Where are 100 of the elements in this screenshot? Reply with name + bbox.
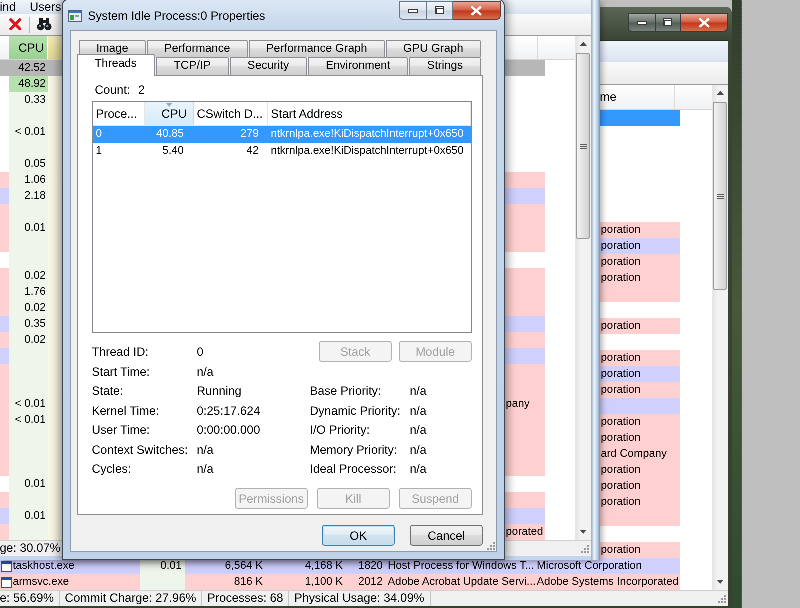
cross-icon[interactable] — [9, 18, 22, 31]
minimize-button[interactable] — [399, 1, 426, 20]
resize-grip-icon[interactable] — [581, 544, 589, 552]
column-header[interactable]: CPU — [9, 36, 48, 59]
minimize-button[interactable] — [628, 13, 655, 32]
table-cell: 0.01 — [9, 476, 48, 492]
maximize-icon — [663, 18, 673, 27]
table-cell-text: 42 — [246, 144, 260, 159]
status-text: Processes: 68 — [202, 591, 290, 606]
maximize-button[interactable] — [426, 1, 453, 20]
table-cell-text: 0 — [95, 127, 104, 142]
field-label: Memory Priority: — [310, 442, 398, 459]
minimize-icon — [408, 8, 418, 12]
binoculars-icon[interactable] — [37, 18, 52, 31]
table-cell: 0.01 — [9, 220, 48, 236]
table-cell: 0.02 — [9, 300, 48, 316]
table-cell-text: 5.40 — [162, 144, 185, 159]
process-row[interactable]: armsvc.exe 816 K 1,100 K 2012 Adobe Acrobat Update Servi...Adobe Systems Incorporated — [0, 574, 680, 590]
column-header[interactable]: Start Address — [268, 102, 471, 125]
window-icon — [1, 560, 12, 572]
table-cell: 1.06 — [9, 172, 48, 188]
field-value: 0 — [197, 344, 205, 360]
table-cell-text: 40.85 — [155, 127, 185, 142]
tab[interactable]: Threads — [77, 54, 155, 76]
field-label: State: — [92, 383, 124, 400]
table-cell-text: Adobe Systems Incorporated — [536, 575, 680, 590]
field-label: Thread ID: — [92, 344, 150, 360]
field-label: Ideal Processor: — [310, 461, 398, 478]
table-cell: 0.02 — [9, 268, 48, 284]
scrollbar-thumb[interactable] — [576, 53, 590, 239]
tab[interactable]: GPU Graph — [386, 40, 482, 57]
scrollbar-thumb[interactable] — [713, 102, 727, 290]
table-cell-text: Microsoft Corporation — [536, 559, 644, 574]
tab[interactable]: Environment — [308, 57, 408, 75]
table-cell-text: poration — [600, 271, 642, 286]
table-cell — [48, 76, 62, 92]
field-value: 2 — [138, 83, 146, 97]
field-label: I/O Priority: — [310, 422, 372, 440]
table-cell-text: taskhost.exe — [13, 559, 75, 574]
field-value: n/a — [410, 402, 428, 420]
table-cell-text: armsvc.exe — [13, 575, 70, 590]
menu-item[interactable]: ind — [0, 0, 24, 14]
table-cell-text: 279 — [240, 127, 260, 142]
field-label: Dynamic Priority: — [310, 402, 402, 420]
table-cell-text: poration — [600, 415, 642, 430]
dialog-button[interactable]: Cancel — [410, 525, 483, 546]
table-cell: 0.02 — [9, 332, 48, 348]
grip-icon — [580, 144, 586, 148]
status-text: Commit Charge: 27.96% — [60, 591, 202, 606]
table-cell-text: poration — [600, 351, 642, 366]
table-cell-text: 6,564 K — [224, 559, 264, 574]
column-header[interactable]: CPU — [145, 102, 194, 125]
dialog-button[interactable]: OK — [322, 525, 395, 546]
column-header[interactable]: CSwitch D... — [194, 102, 268, 125]
resize-grip-icon[interactable] — [718, 594, 726, 602]
table-cell: < 0.01 — [9, 412, 48, 428]
window-title: System Idle Process:0 Properties — [88, 9, 266, 24]
table-cell-text: 42.52 — [17, 61, 47, 76]
table-cell-text: pany — [505, 397, 531, 412]
table-cell-text: poration — [600, 463, 642, 478]
window-icon — [1, 576, 12, 588]
table-cell: < 0.01 — [9, 396, 48, 412]
resize-grip-icon[interactable] — [487, 542, 495, 550]
table-cell-text: poration — [600, 223, 642, 238]
table-cell-text: poration — [600, 367, 642, 382]
table-cell-text: 816 K — [233, 575, 264, 590]
field-value: n/a — [197, 461, 215, 478]
table-cell-text: poration — [600, 543, 642, 558]
table-cell-text: 1 — [95, 144, 104, 159]
table-cell: 0.05 — [9, 156, 48, 172]
status-text: e: 56.69% — [0, 591, 60, 606]
table-cell: 0.35 — [9, 316, 48, 332]
table-cell-text: poration — [600, 495, 642, 510]
up-arrow-icon[interactable] — [717, 91, 724, 95]
table-cell-text: poration — [600, 239, 642, 254]
field-value: 0:25:17.624 — [197, 402, 262, 420]
grip-icon — [716, 194, 724, 198]
table-cell: 2.18 — [9, 188, 48, 204]
table-cell-text: 1,100 K — [304, 575, 344, 590]
field-label: Count: — [95, 83, 130, 97]
sort-arrow-icon — [166, 103, 173, 107]
tab[interactable]: Strings — [409, 57, 481, 75]
table-cell-text: poration — [600, 479, 642, 494]
down-arrow-icon[interactable] — [717, 580, 724, 584]
down-arrow-icon[interactable] — [580, 530, 587, 534]
tab[interactable]: Security — [230, 57, 308, 75]
tab[interactable]: Performance Graph — [248, 40, 385, 57]
table-cell-text: 2012 — [358, 575, 384, 590]
tab[interactable]: Performance — [147, 40, 248, 57]
table-cell-text: poration — [600, 255, 642, 270]
field-value: Running — [197, 383, 243, 400]
up-arrow-icon[interactable] — [580, 42, 587, 46]
close-button[interactable] — [453, 1, 501, 20]
field-label: Context Switches: — [92, 442, 190, 459]
close-button[interactable] — [681, 13, 728, 32]
table-cell-text: poration — [600, 319, 642, 334]
table-cell: 0.01 — [9, 508, 48, 524]
maximize-button[interactable] — [655, 13, 681, 32]
table-cell: 0.33 — [9, 92, 48, 108]
tab[interactable]: TCP/IP — [156, 57, 229, 75]
